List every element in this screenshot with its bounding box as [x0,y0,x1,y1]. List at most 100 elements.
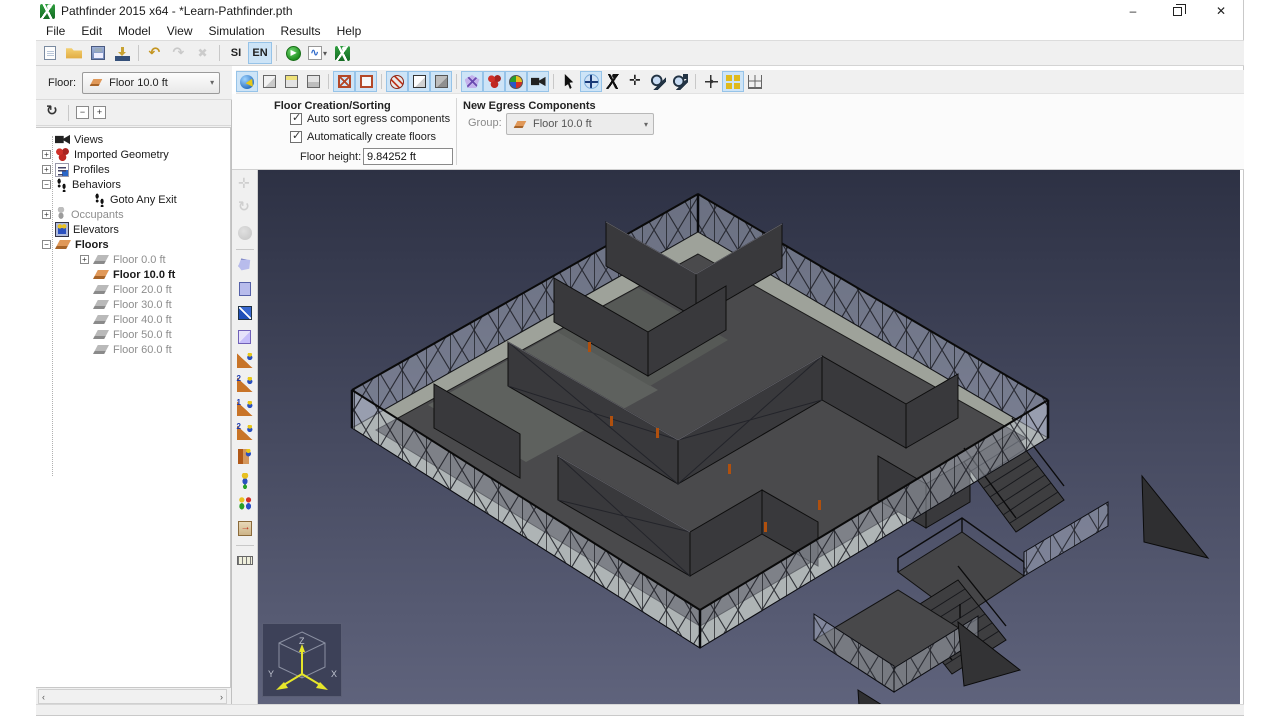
rectangle-room-tool[interactable] [233,277,257,300]
redo-button[interactable] [167,42,191,64]
en-units-button[interactable]: EN [248,42,272,64]
tree-item-icon [93,330,109,339]
iso-view-button[interactable] [258,71,280,92]
pan-tool-button[interactable] [624,71,647,92]
floor-height-input[interactable] [363,148,453,165]
select-tool-button[interactable] [553,71,580,92]
undo-button[interactable] [138,42,167,64]
new-file-button[interactable] [38,42,62,64]
tree-item[interactable]: Floor 60.0 ft [36,342,230,357]
occupant-group-tool[interactable] [233,493,257,516]
show-geometry-button[interactable] [483,71,505,92]
scroll-right-icon[interactable]: › [220,692,223,702]
tree-expander[interactable]: + [80,255,89,264]
menu-item[interactable]: Help [329,23,370,39]
rotate-view-tool[interactable] [233,197,257,220]
si-units-button[interactable]: SI [219,42,248,64]
sort-icon[interactable] [44,102,61,121]
show-materials-button[interactable] [505,71,527,92]
model-tree: Views + Imported Geometry + Profiles − B… [36,127,231,688]
tree-expander[interactable]: + [42,165,51,174]
tree-item-icon [93,192,106,207]
orbit-tool-button[interactable] [580,71,602,92]
show-grid-button[interactable] [722,71,744,92]
pathfinder-results-button[interactable] [330,42,354,64]
tree-expander[interactable]: + [42,210,51,219]
door-tool[interactable] [233,445,257,468]
viewport-3d[interactable]: Z Y X [258,170,1240,720]
tree-expander[interactable]: − [42,240,51,249]
tree-item[interactable]: Goto Any Exit [36,192,230,207]
horizontal-scrollbar[interactable]: ‹ › [38,689,227,704]
scroll-left-icon[interactable]: ‹ [42,692,45,702]
view-results-button[interactable]: ▾ [305,42,330,64]
roam-view-tool[interactable] [233,221,257,244]
menu-item[interactable]: Model [110,23,159,39]
walk-tool-button[interactable] [602,71,624,92]
show-objects-button[interactable] [381,71,408,92]
model-canvas[interactable] [258,170,1240,720]
delete-button[interactable] [191,42,215,64]
auto-sort-checkbox[interactable] [290,111,302,125]
tree-item-icon [93,315,109,324]
expand-all-button[interactable]: + [93,106,106,119]
tree-item[interactable]: + Floor 0.0 ft [36,252,230,267]
open-file-button[interactable] [62,42,86,64]
tree-item[interactable]: Floor 40.0 ft [36,312,230,327]
perspective-view-button[interactable] [236,71,258,92]
polygon-room-tool[interactable] [233,249,257,276]
menu-item[interactable]: Results [273,23,329,39]
menu-item[interactable]: File [38,23,73,39]
tree-item[interactable]: Floor 20.0 ft [36,282,230,297]
outline-toggle-button[interactable] [355,71,377,92]
tree-item[interactable]: + Profiles [36,162,230,177]
close-button[interactable]: ✕ [1199,0,1243,22]
restore-button[interactable] [1155,0,1199,22]
tree-item[interactable]: − Floors [36,237,230,252]
tree-expander[interactable]: + [42,150,51,159]
snap-point-button[interactable] [695,71,722,92]
auto-create-checkbox[interactable] [290,129,302,143]
ramp-1pt-tool[interactable] [233,397,257,420]
minimize-button[interactable]: – [1111,0,1155,22]
menu-item[interactable]: Edit [73,23,110,39]
tree-expander[interactable]: − [42,180,51,189]
tree-item[interactable]: Floor 30.0 ft [36,297,230,312]
run-simulation-button[interactable] [276,42,305,64]
show-views-button[interactable] [527,71,549,92]
separator [68,104,69,121]
show-solid-button[interactable] [408,71,430,92]
front-view-button[interactable] [302,71,324,92]
tree-item[interactable]: Elevators [36,222,230,237]
tree-item[interactable]: Floor 10.0 ft [36,267,230,282]
tree-item[interactable]: Views [36,132,230,147]
exit-tool[interactable] [233,517,257,540]
tree-item[interactable]: Floor 50.0 ft [36,327,230,342]
thin-wall-tool[interactable] [233,301,257,324]
wireframe-toggle-button[interactable] [328,71,355,92]
menu-item[interactable]: View [159,23,201,39]
menu-item[interactable]: Simulation [201,23,273,39]
grid-settings-button[interactable] [744,71,766,92]
stairs-tool[interactable] [233,349,257,372]
ramp-2pt-tool[interactable] [233,421,257,444]
stairs-2pt-tool[interactable] [233,373,257,396]
show-navmesh-button[interactable] [456,71,483,92]
axis-gizmo[interactable]: Z Y X [262,623,342,697]
import-button[interactable] [110,42,134,64]
occupant-tool[interactable] [233,469,257,492]
obstruction-tool[interactable] [233,325,257,348]
collapse-all-button[interactable]: − [76,106,89,119]
top-view-button[interactable] [280,71,302,92]
save-button[interactable] [86,42,110,64]
tree-item[interactable]: + Imported Geometry [36,147,230,162]
show-transparent-button[interactable] [430,71,452,92]
pan-view-tool[interactable] [233,173,257,196]
gizmo-y-label: Y [268,669,274,679]
tree-item[interactable]: + Occupants [36,207,230,222]
zoom-tool-button[interactable] [647,71,669,92]
measure-tool[interactable] [233,545,257,572]
floor-dropdown[interactable]: Floor 10.0 ft ▾ [82,71,221,94]
zoom-box-tool-button[interactable] [669,71,691,92]
tree-item[interactable]: − Behaviors [36,177,230,192]
